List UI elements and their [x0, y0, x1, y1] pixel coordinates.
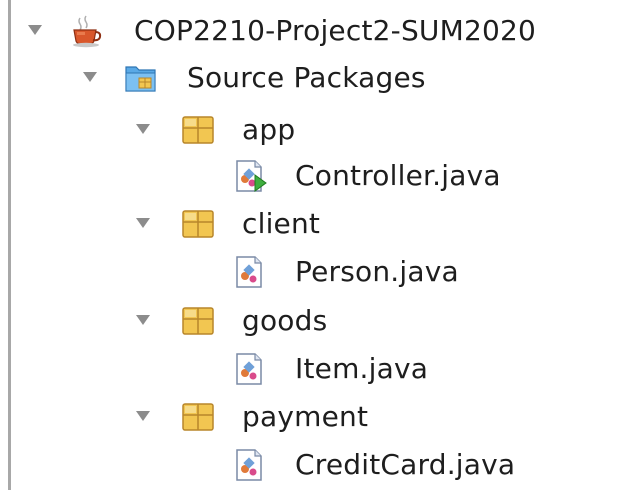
tree-node-project[interactable]: COP2210-Project2-SUM2020	[0, 7, 640, 53]
tree-node-package-app[interactable]: app	[0, 106, 640, 152]
source-packages-label: Source Packages	[187, 60, 426, 94]
package-label: payment	[242, 399, 369, 433]
package-icon	[181, 207, 215, 241]
package-label: goods	[242, 303, 328, 337]
package-label: client	[242, 206, 321, 240]
expand-arrow-icon[interactable]	[131, 200, 155, 246]
expand-arrow-icon[interactable]	[78, 54, 102, 100]
java-class-icon	[233, 448, 267, 482]
file-label: Person.java	[295, 254, 459, 288]
java-class-icon	[233, 255, 267, 289]
java-project-cup-icon	[70, 14, 104, 48]
file-label: Controller.java	[295, 158, 501, 192]
file-label: CreditCard.java	[295, 447, 516, 481]
package-icon	[181, 304, 215, 338]
file-label: Item.java	[295, 351, 429, 385]
expand-arrow-icon[interactable]	[131, 393, 155, 439]
tree-node-source-packages[interactable]: Source Packages	[0, 54, 640, 100]
tree-node-file-creditcard[interactable]: CreditCard.java	[0, 441, 640, 487]
package-label: app	[242, 112, 296, 146]
tree-node-package-goods[interactable]: goods	[0, 297, 640, 343]
project-label: COP2210-Project2-SUM2020	[134, 13, 537, 47]
java-main-class-icon	[233, 159, 267, 193]
tree-node-package-payment[interactable]: payment	[0, 393, 640, 439]
tree-node-file-controller[interactable]: Controller.java	[0, 152, 640, 198]
tree-node-package-client[interactable]: client	[0, 200, 640, 246]
tree-node-file-person[interactable]: Person.java	[0, 248, 640, 294]
tree-node-file-item[interactable]: Item.java	[0, 345, 640, 391]
package-icon	[181, 400, 215, 434]
package-icon	[181, 113, 215, 147]
expand-arrow-icon[interactable]	[23, 7, 47, 53]
expand-arrow-icon[interactable]	[131, 106, 155, 152]
source-packages-folder-icon	[124, 61, 158, 95]
java-class-icon	[233, 352, 267, 386]
projects-tree-panel: COP2210-Project2-SUM2020 Source Packages	[0, 0, 640, 490]
expand-arrow-icon[interactable]	[131, 297, 155, 343]
